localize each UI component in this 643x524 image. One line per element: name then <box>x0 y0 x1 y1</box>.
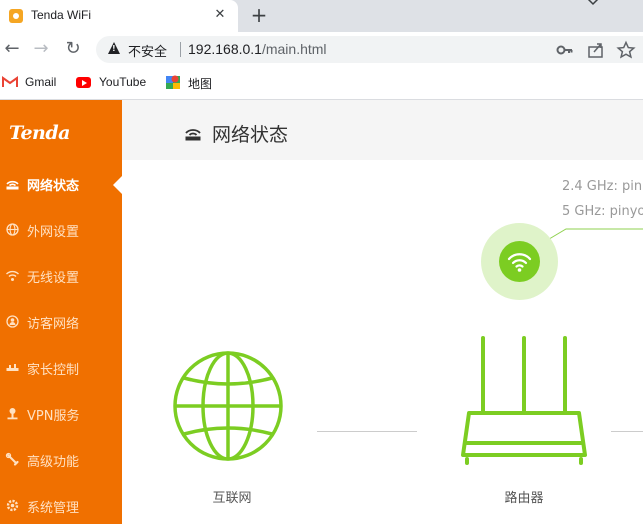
network-status-icon <box>185 129 201 141</box>
tab-title: Tenda WiFi <box>31 8 92 22</box>
internet-globe-icon[interactable] <box>172 350 284 462</box>
ssid-2-4ghz: 2.4 GHz: pin <box>562 179 643 194</box>
bookmarks-bar: Gmail YouTube 地图 <box>0 66 643 100</box>
key-icon[interactable] <box>555 40 575 60</box>
network-status-icon <box>6 180 19 190</box>
sidebar-item-label: 系统管理 <box>27 501 80 516</box>
sidebar-item-label: 访客网络 <box>27 317 80 332</box>
bookmark-star-icon[interactable] <box>616 40 636 60</box>
tenda-favicon-icon <box>9 9 23 23</box>
forward-arrow-icon[interactable]: → <box>29 37 53 61</box>
wifi-icon <box>6 270 19 281</box>
warning-icon[interactable] <box>108 42 120 54</box>
sidebar-item-network-status[interactable]: 网络状态 <box>0 169 122 199</box>
back-arrow-icon[interactable]: ← <box>0 37 24 61</box>
sidebar-item-label: 家长控制 <box>27 363 80 378</box>
sidebar-item-label: 网络状态 <box>27 179 80 194</box>
sidebar-item-label: 外网设置 <box>27 225 80 240</box>
parental-control-icon <box>6 364 19 371</box>
chevron-down-icon[interactable] <box>584 0 602 10</box>
url-path: /main.html <box>261 41 327 57</box>
sidebar-item-label: 无线设置 <box>27 271 80 286</box>
sidebar-item-vpn[interactable]: VPN服务 <box>0 399 122 429</box>
sidebar-item-wan-settings[interactable]: 外网设置 <box>0 215 122 245</box>
tab-close-icon[interactable]: ✕ <box>210 5 230 25</box>
page-header: 网络状态 <box>122 100 643 160</box>
share-icon[interactable] <box>586 40 606 60</box>
url-text[interactable]: 192.168.0.1/main.html <box>188 41 327 57</box>
guest-network-icon <box>6 315 19 328</box>
gmail-icon[interactable] <box>2 76 18 88</box>
bookmark-gmail[interactable]: Gmail <box>25 75 56 89</box>
router-icon[interactable] <box>459 333 589 469</box>
tab-strip: Tenda WiFi ✕ + <box>0 0 643 32</box>
ssid-5ghz: 5 GHz: pinyo <box>562 204 643 219</box>
wifi-icon[interactable] <box>507 249 532 274</box>
sidebar-item-label: 高级功能 <box>27 455 80 470</box>
address-bar[interactable]: 不安全 192.168.0.1/main.html <box>96 36 643 63</box>
youtube-icon[interactable] <box>76 77 91 88</box>
sidebar-item-guest-network[interactable]: 访客网络 <box>0 307 122 337</box>
page-title: 网络状态 <box>212 124 289 146</box>
internet-router-link <box>317 431 417 432</box>
internet-label: 互联网 <box>212 491 252 506</box>
sidebar-item-advanced[interactable]: 高级功能 <box>0 445 122 475</box>
browser-toolbar: ← → ↻ 不安全 192.168.0.1/main.html <box>0 32 643 66</box>
maps-icon[interactable] <box>166 74 180 90</box>
vpn-icon <box>7 408 18 420</box>
globe-icon <box>6 223 19 236</box>
network-topology: 2.4 GHz: pin 5 GHz: pinyo 互联网 路由器 <box>122 160 643 524</box>
sidebar-item-parental-control[interactable]: 家长控制 <box>0 353 122 383</box>
advanced-icon <box>5 452 19 466</box>
reload-icon[interactable]: ↻ <box>61 37 85 61</box>
new-tab-button[interactable]: + <box>247 3 271 27</box>
sidebar-item-wireless-settings[interactable]: 无线设置 <box>0 261 122 291</box>
browser-tab[interactable]: Tenda WiFi ✕ <box>0 0 238 32</box>
sidebar-item-system[interactable]: 系统管理 <box>0 491 122 521</box>
url-host: 192.168.0.1 <box>188 41 262 57</box>
router-client-link <box>611 431 643 432</box>
tenda-logo: Tenda <box>9 122 70 144</box>
bookmark-youtube[interactable]: YouTube <box>99 75 146 89</box>
sidebar: Tenda 网络状态 外网设置 无线设置 访客网络 家长控制 VPN服务 高级功… <box>0 100 122 524</box>
security-status[interactable]: 不安全 <box>128 41 167 60</box>
sidebar-item-label: VPN服务 <box>27 409 80 424</box>
system-gear-icon <box>6 499 19 512</box>
bookmark-maps[interactable]: 地图 <box>188 75 212 92</box>
router-label: 路由器 <box>504 491 544 506</box>
active-item-indicator <box>113 176 122 194</box>
omnibox-divider <box>180 42 181 57</box>
